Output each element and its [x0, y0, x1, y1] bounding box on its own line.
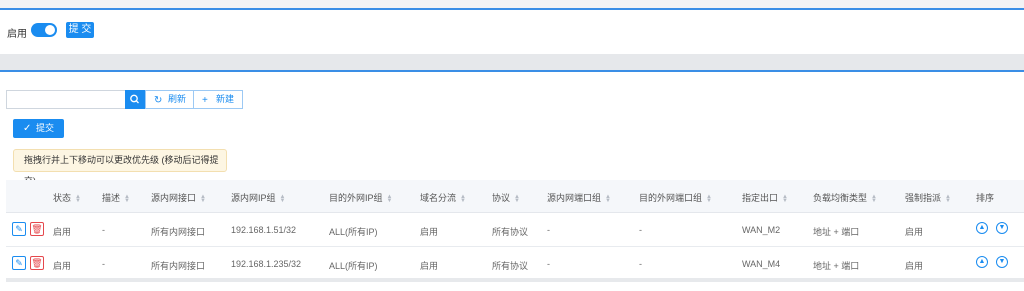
search-button[interactable] — [125, 90, 145, 109]
cell-src-interface: 所有内网接口 — [151, 227, 206, 237]
sort-icon: ▲ ▼ — [386, 193, 393, 204]
sort-icon: ▲ ▼ — [279, 193, 286, 204]
priority-tip: 拖拽行并上下移动可以更改优先级 (移动后记得提交) — [13, 149, 227, 186]
col-dst-port-group[interactable]: 目的外网端口组 ▲ ▼ — [639, 191, 712, 204]
cell-protocol: 所有协议 — [492, 261, 529, 271]
col-order: 排序 — [976, 193, 995, 203]
new-button[interactable]: + 新建 — [193, 90, 243, 109]
cell-src-port-group: - — [547, 225, 550, 235]
cell-dst-ip-group: ALL(所有IP) — [329, 227, 378, 237]
cell-dst-port-group: - — [639, 259, 642, 269]
cell-src-interface: 所有内网接口 — [151, 261, 206, 271]
section-gap — [0, 54, 1024, 70]
cell-status: 启用 — [53, 261, 72, 271]
cell-force-assign: 启用 — [905, 227, 924, 237]
cell-domain-split: 启用 — [420, 261, 439, 271]
col-dst-ip-group[interactable]: 目的外网IP组 ▲ ▼ — [329, 191, 392, 204]
cell-description: - — [102, 225, 105, 235]
sort-icon: ▲ ▼ — [75, 193, 81, 204]
col-protocol[interactable]: 协议 ▲ ▼ — [492, 191, 520, 204]
col-src-ip-group[interactable]: 源内网IP组 ▲ ▼ — [231, 191, 285, 204]
col-force-assign[interactable]: 强制指派 ▲ ▼ — [905, 191, 951, 204]
refresh-label: 刷新 — [168, 94, 187, 104]
new-label: 新建 — [216, 94, 235, 104]
edit-icon[interactable]: ✎ — [12, 222, 26, 236]
table-row[interactable]: ✎ 🗑 启用 - 所有内网接口 192.168.1.51/32 ALL(所有IP… — [6, 213, 1024, 247]
col-src-interface[interactable]: 源内网接口 ▲ ▼ — [151, 191, 206, 204]
cell-lb-type: 地址 + 端口 — [813, 261, 860, 271]
top-gap — [0, 0, 1024, 8]
arrow-up-icon[interactable]: ▲ — [976, 256, 988, 268]
cell-src-ip-group: 192.168.1.235/32 — [231, 259, 302, 269]
enable-label: 启用 — [7, 29, 27, 40]
sort-icon: ▲ ▼ — [706, 193, 712, 204]
sort-icon: ▲ ▼ — [460, 193, 466, 204]
switch-knob — [45, 25, 55, 35]
cell-description: - — [102, 259, 105, 269]
plus-icon: + — [202, 95, 208, 106]
sort-icon: ▲ ▼ — [514, 193, 520, 204]
sort-icon: ▲ ▼ — [945, 193, 951, 204]
refresh-button[interactable]: ↻ 刷新 — [145, 90, 194, 109]
search-input[interactable] — [6, 90, 126, 109]
col-status[interactable]: 状态 ▲ ▼ — [53, 191, 81, 204]
cell-domain-split: 启用 — [420, 227, 439, 237]
col-outlet[interactable]: 指定出口 ▲ ▼ — [742, 191, 788, 204]
check-icon: ✓ — [23, 123, 32, 134]
delete-icon[interactable]: 🗑 — [30, 222, 44, 236]
submit-button[interactable]: ✓ 提交 — [13, 119, 64, 138]
cell-dst-ip-group: ALL(所有IP) — [329, 261, 378, 271]
cell-outlet: WAN_M4 — [742, 259, 781, 269]
arrow-up-icon[interactable]: ▲ — [976, 222, 988, 234]
sort-icon: ▲ ▼ — [200, 193, 206, 204]
global-settings-panel: 启用 提 交 — [0, 8, 1024, 54]
edit-icon[interactable]: ✎ — [12, 256, 26, 270]
search-icon — [130, 94, 139, 104]
rules-panel: ↻ 刷新 + 新建 ✓ 提交 拖拽行并上下移动可以更改优先级 (移动后记得提交)… — [0, 70, 1024, 291]
cell-src-ip-group: 192.168.1.51/32 — [231, 225, 297, 235]
delete-icon[interactable]: 🗑 — [30, 256, 44, 270]
cell-status: 启用 — [53, 227, 72, 237]
col-domain-split[interactable]: 域名分流 ▲ ▼ — [420, 191, 466, 204]
cell-src-port-group: - — [547, 259, 550, 269]
table-row[interactable]: ✎ 🗑 启用 - 所有内网接口 192.168.1.235/32 ALL(所有I… — [6, 247, 1024, 281]
cell-dst-port-group: - — [639, 225, 642, 235]
arrow-down-icon[interactable]: ▼ — [996, 222, 1008, 234]
cell-protocol: 所有协议 — [492, 227, 529, 237]
sort-icon: ▲ ▼ — [782, 193, 788, 204]
cell-lb-type: 地址 + 端口 — [813, 227, 860, 237]
submit-label: 提交 — [36, 123, 55, 133]
arrow-down-icon[interactable]: ▼ — [996, 256, 1008, 268]
enable-switch[interactable] — [31, 23, 57, 37]
refresh-icon: ↻ — [154, 95, 163, 106]
col-src-port-group[interactable]: 源内网端口组 ▲ ▼ — [547, 191, 611, 204]
sort-icon: ▲ ▼ — [124, 193, 130, 204]
table-scrollbar[interactable] — [6, 278, 1024, 282]
cell-force-assign: 启用 — [905, 261, 924, 271]
col-lb-type[interactable]: 负载均衡类型 ▲ ▼ — [813, 191, 877, 204]
cell-outlet: WAN_M2 — [742, 225, 781, 235]
sort-icon: ▲ ▼ — [605, 193, 611, 204]
col-description[interactable]: 描述 ▲ ▼ — [102, 191, 130, 204]
sort-icon: ▲ ▼ — [871, 193, 877, 204]
global-submit-button[interactable]: 提 交 — [66, 22, 94, 38]
table-header: 状态 ▲ ▼ 描述 ▲ ▼ 源内网接口 ▲ ▼ 源内网IP组 ▲ ▼ 目的外网IP组 ▲ ▼ 域名分… — [6, 180, 1024, 213]
